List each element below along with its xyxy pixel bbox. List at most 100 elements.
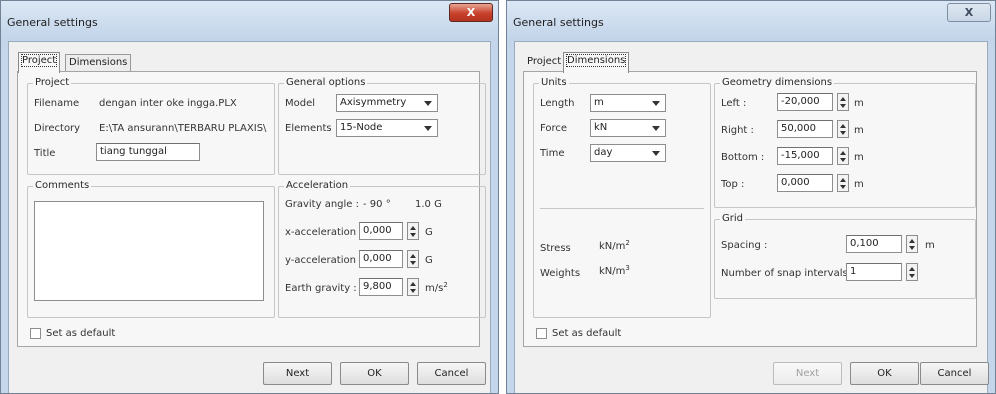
gravity-angle-label: Gravity angle : — [285, 199, 359, 210]
spin-up-icon — [410, 254, 416, 258]
title-input[interactable]: tiang tunggal — [96, 143, 200, 161]
earth-gravity-spinner[interactable] — [407, 278, 419, 296]
set-as-default-checkbox[interactable] — [30, 328, 41, 339]
filename-label: Filename — [34, 98, 80, 109]
comments-textarea[interactable] — [34, 201, 264, 301]
cancel-button[interactable]: Cancel — [920, 362, 989, 385]
tab-dimensions-label: Dimensions — [69, 57, 128, 68]
model-select-value: Axisymmetry — [340, 97, 407, 108]
y-acceleration-spinner[interactable] — [407, 250, 419, 268]
elements-select-value: 15-Node — [340, 122, 383, 133]
units-divider — [540, 208, 704, 209]
directory-value: E:\TA ansurann\TERBARU PLAXIS\ — [99, 123, 267, 134]
title-bar[interactable]: General settings X — [507, 1, 995, 41]
time-select-value: day — [594, 147, 613, 158]
set-as-default-checkbox[interactable] — [536, 328, 547, 339]
model-label: Model — [285, 98, 316, 109]
time-select[interactable]: day — [590, 144, 666, 162]
chevron-down-icon — [652, 126, 660, 131]
spin-down-icon — [410, 233, 416, 237]
chevron-down-icon — [424, 101, 432, 106]
tab-dimensions[interactable]: Dimensions — [563, 52, 630, 73]
title-bar[interactable]: General settings X — [1, 1, 498, 41]
force-select[interactable]: kN — [590, 119, 666, 137]
model-select[interactable]: Axisymmetry — [336, 94, 438, 112]
ok-button[interactable]: OK — [850, 362, 919, 385]
earth-gravity-input[interactable]: 9,800 — [359, 278, 403, 296]
chevron-down-icon — [652, 151, 660, 156]
earth-gravity-unit-exponent: 2 — [443, 281, 448, 289]
force-select-value: kN — [594, 122, 608, 133]
bottom-input[interactable]: -15,000 — [777, 147, 833, 165]
x-acceleration-spinner[interactable] — [407, 222, 419, 240]
top-label: Top : — [721, 179, 745, 190]
weights-label: Weights — [540, 268, 581, 279]
next-button[interactable]: Next — [263, 362, 332, 385]
elements-select[interactable]: 15-Node — [336, 119, 438, 137]
general-options-legend: General options — [284, 76, 368, 90]
tab-project[interactable]: Project — [18, 52, 61, 73]
comments-group: Comments — [27, 179, 275, 318]
cancel-button[interactable]: Cancel — [417, 362, 486, 385]
spin-down-icon — [410, 261, 416, 265]
right-spinner[interactable] — [837, 120, 849, 138]
next-button[interactable]: Next — [773, 362, 842, 385]
y-acceleration-input[interactable]: 0,000 — [359, 250, 403, 268]
spacing-unit: m — [925, 240, 935, 251]
right-input[interactable]: 50,000 — [777, 120, 833, 138]
bottom-unit: m — [854, 152, 864, 163]
top-spinner[interactable] — [837, 174, 849, 192]
right-unit: m — [854, 125, 864, 136]
top-input[interactable]: 0,000 — [777, 174, 833, 192]
dimensions-tab-panel: Units Length m Force kN Time day Stress — [523, 71, 977, 347]
grid-legend: Grid — [720, 212, 745, 226]
stress-unit-exponent: 2 — [625, 239, 630, 247]
tab-dimensions[interactable]: Dimensions — [65, 54, 132, 72]
acceleration-legend: Acceleration — [284, 179, 351, 193]
set-as-default-label[interactable]: Set as default — [552, 328, 621, 340]
bottom-spinner[interactable] — [837, 147, 849, 165]
units-group: Units Length m Force kN Time day Stress — [533, 76, 711, 318]
tab-project[interactable]: Project — [524, 54, 564, 72]
close-button[interactable]: X — [449, 3, 493, 22]
snap-intervals-input[interactable]: 1 — [846, 263, 902, 281]
gravity-g-value: 1.0 G — [415, 199, 442, 210]
tab-dimensions-label: Dimensions — [565, 54, 627, 67]
spacing-input[interactable]: 0,100 — [846, 235, 902, 253]
close-button[interactable]: X — [947, 3, 991, 22]
comments-legend: Comments — [33, 179, 92, 193]
earth-gravity-label: Earth gravity : — [285, 283, 357, 294]
spin-down-icon — [840, 131, 846, 135]
snap-intervals-spinner[interactable] — [906, 263, 918, 281]
left-spinner[interactable] — [837, 93, 849, 111]
general-options-group: General options Model Axisymmetry Elemen… — [278, 76, 486, 175]
set-as-default-label[interactable]: Set as default — [46, 328, 115, 340]
x-acceleration-input[interactable]: 0,000 — [359, 222, 403, 240]
spin-down-icon — [909, 246, 915, 250]
stress-label: Stress — [540, 243, 571, 254]
top-unit: m — [854, 179, 864, 190]
left-input[interactable]: -20,000 — [777, 93, 833, 111]
tab-project-label: Project — [527, 56, 562, 67]
spin-up-icon — [410, 282, 416, 286]
spin-up-icon — [840, 97, 846, 101]
chevron-down-icon — [652, 101, 660, 106]
length-select[interactable]: m — [590, 94, 666, 112]
weights-unit: kN/m3 — [599, 265, 630, 278]
project-group: Project Filename dengan inter oke ingga.… — [27, 76, 275, 175]
project-group-legend: Project — [33, 76, 72, 90]
geometry-dimensions-group: Geometry dimensions Left : -20,000 m Rig… — [714, 76, 976, 208]
chevron-down-icon — [424, 126, 432, 131]
stress-unit-base: kN/m — [599, 241, 626, 252]
ok-button[interactable]: OK — [340, 362, 409, 385]
spacing-spinner[interactable] — [906, 235, 918, 253]
snap-intervals-label: Number of snap intervals: — [721, 268, 852, 279]
spin-up-icon — [840, 178, 846, 182]
spin-up-icon — [909, 239, 915, 243]
x-acceleration-label: x-acceleration : — [285, 227, 363, 238]
directory-label: Directory — [34, 123, 81, 134]
project-tab-panel: Project Filename dengan inter oke ingga.… — [17, 71, 486, 347]
dialog-body: Project Dimensions Project Filename deng… — [8, 41, 491, 393]
units-legend: Units — [539, 76, 569, 90]
earth-gravity-unit-base: m/s — [425, 283, 444, 294]
